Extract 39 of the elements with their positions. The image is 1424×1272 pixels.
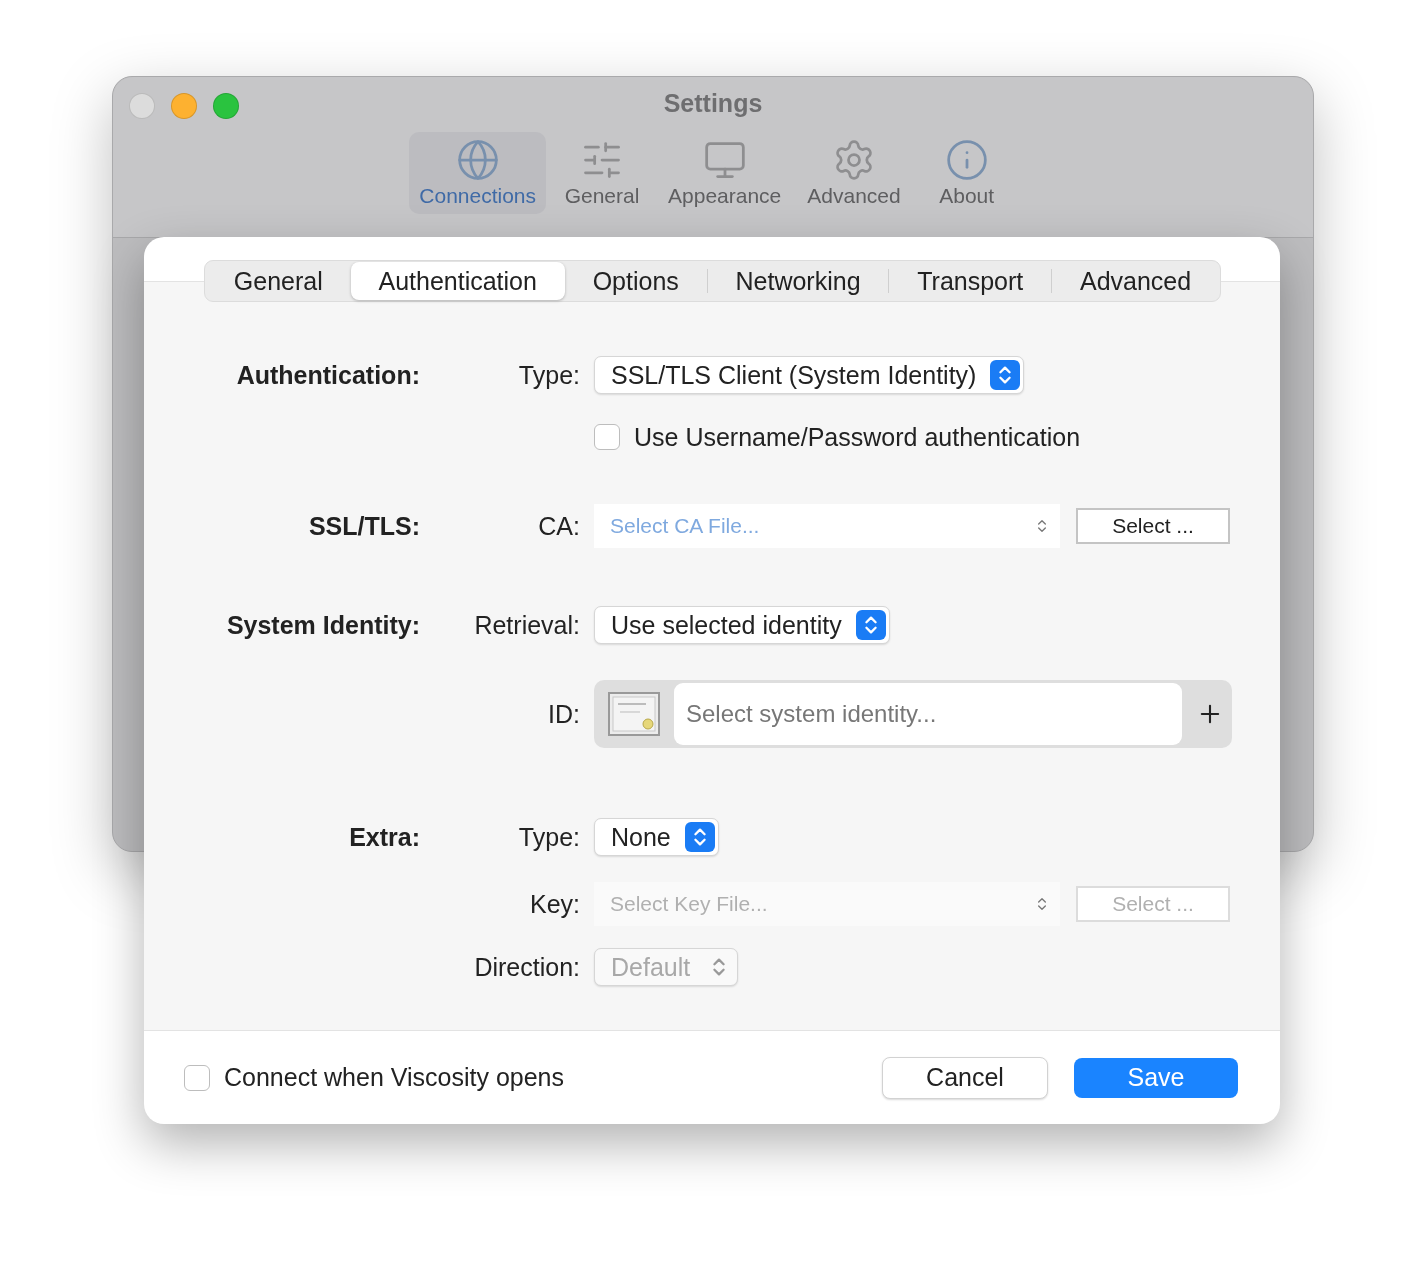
checkbox[interactable] xyxy=(184,1064,210,1091)
info-icon xyxy=(944,138,989,182)
cancel-button[interactable]: Cancel xyxy=(882,1056,1048,1099)
zoom-button[interactable] xyxy=(213,93,239,119)
field-label: Type: xyxy=(517,822,580,852)
popup-button[interactable]: Use selected identity xyxy=(594,606,890,644)
tab[interactable]: Networking xyxy=(707,262,889,300)
checkbox-label: Connect when Viscosity opens xyxy=(224,1063,564,1092)
popup-button[interactable]: None xyxy=(594,818,719,856)
section-label: Extra: xyxy=(348,822,420,852)
field-label: CA: xyxy=(537,511,580,541)
toolbar-item[interactable]: General xyxy=(552,132,653,214)
certificate-icon xyxy=(608,692,660,736)
toolbar-item[interactable]: Appearance xyxy=(658,132,792,214)
popup-button[interactable]: SSL/TLS Client (System Identity) xyxy=(594,356,1025,394)
section-label: Authentication: xyxy=(235,360,420,390)
tab[interactable]: General xyxy=(206,262,351,300)
tab[interactable]: Transport xyxy=(889,262,1052,300)
select-button[interactable]: Select ... xyxy=(1076,508,1230,544)
field-label: Type: xyxy=(517,360,580,390)
section-label: SSL/TLS: xyxy=(307,511,420,541)
minimize-button[interactable] xyxy=(171,93,197,119)
tab[interactable]: Authentication xyxy=(350,262,565,300)
save-button[interactable]: Save xyxy=(1074,1057,1238,1098)
identity-field[interactable]: Select system identity... xyxy=(594,680,1232,748)
field-label: Key: xyxy=(528,889,580,919)
checkbox[interactable] xyxy=(594,424,620,450)
section-label: System Identity: xyxy=(225,610,420,640)
toolbar-item[interactable]: About xyxy=(916,132,1017,214)
field-label: ID: xyxy=(547,699,580,729)
tab[interactable]: Advanced xyxy=(1052,262,1220,300)
tab[interactable]: Options xyxy=(564,262,707,300)
field-label: Direction: xyxy=(473,952,580,982)
checkbox-label: Use Username/Password authentication xyxy=(634,422,1081,452)
toolbar-item[interactable]: Advanced xyxy=(797,132,911,214)
field-label: Retrieval: xyxy=(473,610,580,640)
window-title: Settings xyxy=(663,89,763,118)
close-button[interactable] xyxy=(129,93,155,119)
globe-icon xyxy=(455,138,500,182)
